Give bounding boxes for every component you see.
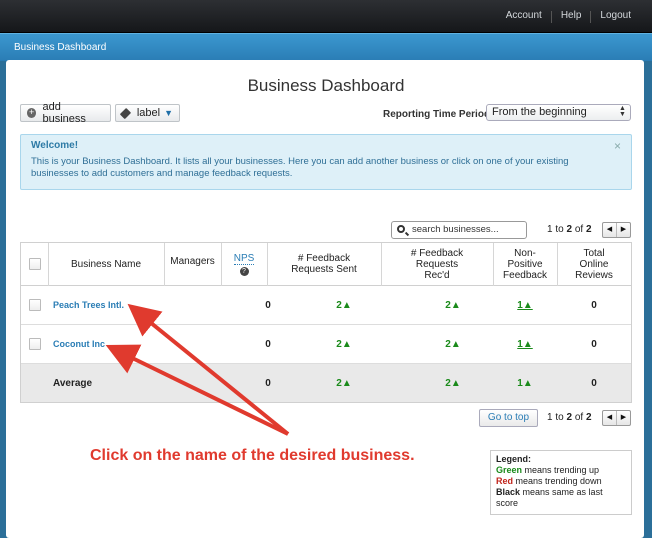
annotation-text: Click on the name of the desired busines… xyxy=(90,447,415,464)
